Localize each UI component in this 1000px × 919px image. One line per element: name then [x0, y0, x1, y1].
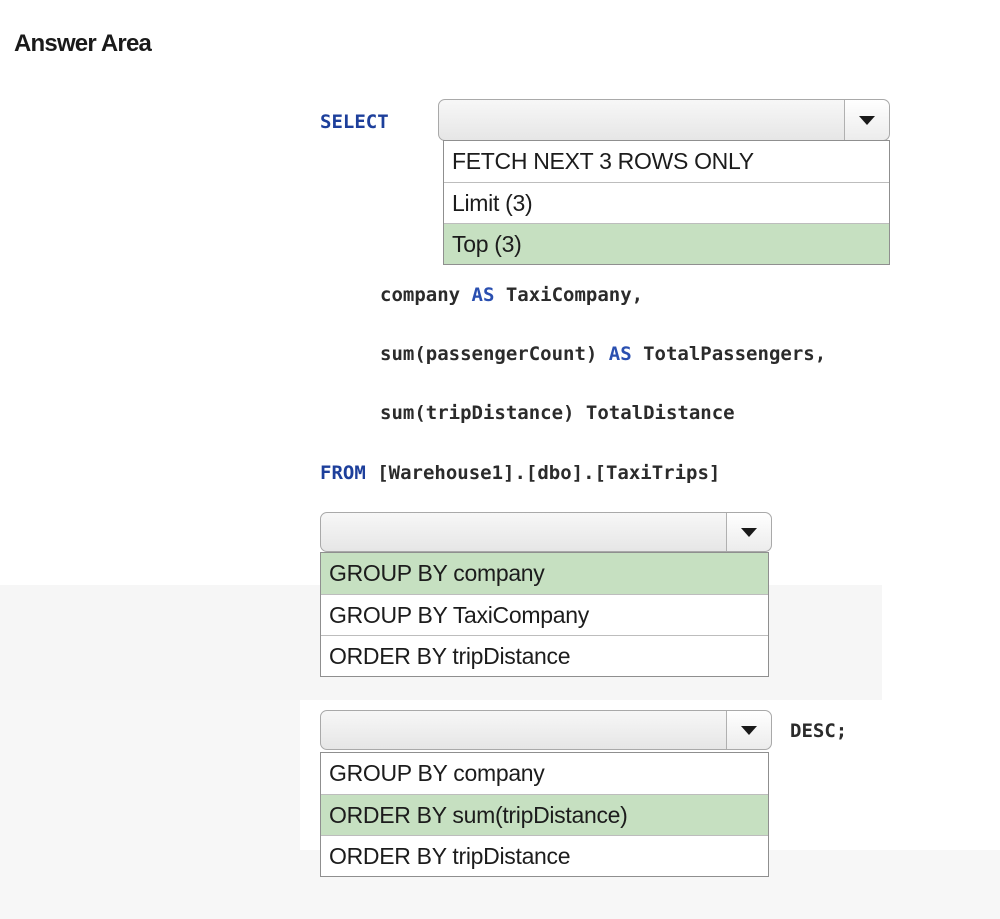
- code-line: sum(passengerCount) AS TotalPassengers,: [380, 341, 826, 367]
- page-title: Answer Area: [14, 30, 152, 57]
- code-text: [Warehouse1].[dbo].[TaxiTrips]: [365, 462, 721, 484]
- dropdown-option[interactable]: Limit (3): [444, 182, 889, 223]
- dropdown-toggle-button[interactable]: [844, 100, 889, 140]
- chevron-down-icon: [741, 527, 757, 537]
- dropdown-toggle-button[interactable]: [726, 513, 771, 551]
- as-keyword: AS: [608, 343, 632, 365]
- dropdown-option[interactable]: ORDER BY tripDistance: [321, 635, 768, 676]
- dropdown-select-clause[interactable]: [438, 99, 890, 141]
- dropdown-order-clause[interactable]: [320, 710, 772, 750]
- select-keyword: SELECT: [320, 111, 389, 133]
- desc-keyword: DESC;: [790, 720, 848, 742]
- dropdown-option[interactable]: GROUP BY company: [321, 753, 768, 794]
- dropdown-option[interactable]: GROUP BY TaxiCompany: [321, 594, 768, 635]
- code-line: sum(tripDistance) TotalDistance: [380, 402, 735, 424]
- from-keyword: FROM: [320, 462, 366, 484]
- dropdown-options-list: GROUP BY company ORDER BY sum(tripDistan…: [320, 752, 769, 877]
- code-line: FROM [Warehouse1].[dbo].[TaxiTrips]: [320, 460, 720, 486]
- dropdown-option[interactable]: ORDER BY tripDistance: [321, 835, 768, 876]
- code-line: company AS TaxiCompany,: [380, 282, 643, 308]
- chevron-down-icon: [859, 115, 875, 125]
- dropdown-option[interactable]: FETCH NEXT 3 ROWS ONLY: [444, 141, 889, 182]
- code-text: TotalPassengers,: [631, 343, 827, 365]
- code-text: TaxiCompany,: [494, 284, 644, 306]
- dropdown-toggle-button[interactable]: [726, 711, 771, 749]
- code-text: sum(passengerCount): [380, 343, 609, 365]
- dropdown-options-list: GROUP BY company GROUP BY TaxiCompany OR…: [320, 552, 769, 677]
- background-band: [0, 700, 300, 850]
- code-text: company: [380, 284, 472, 306]
- dropdown-option-selected[interactable]: ORDER BY sum(tripDistance): [321, 794, 768, 835]
- dropdown-options-list: FETCH NEXT 3 ROWS ONLY Limit (3) Top (3): [443, 140, 890, 265]
- as-keyword: AS: [471, 284, 495, 306]
- dropdown-option-selected[interactable]: GROUP BY company: [321, 553, 768, 594]
- chevron-down-icon: [741, 725, 757, 735]
- dropdown-option-selected[interactable]: Top (3): [444, 223, 889, 264]
- dropdown-group-clause[interactable]: [320, 512, 772, 552]
